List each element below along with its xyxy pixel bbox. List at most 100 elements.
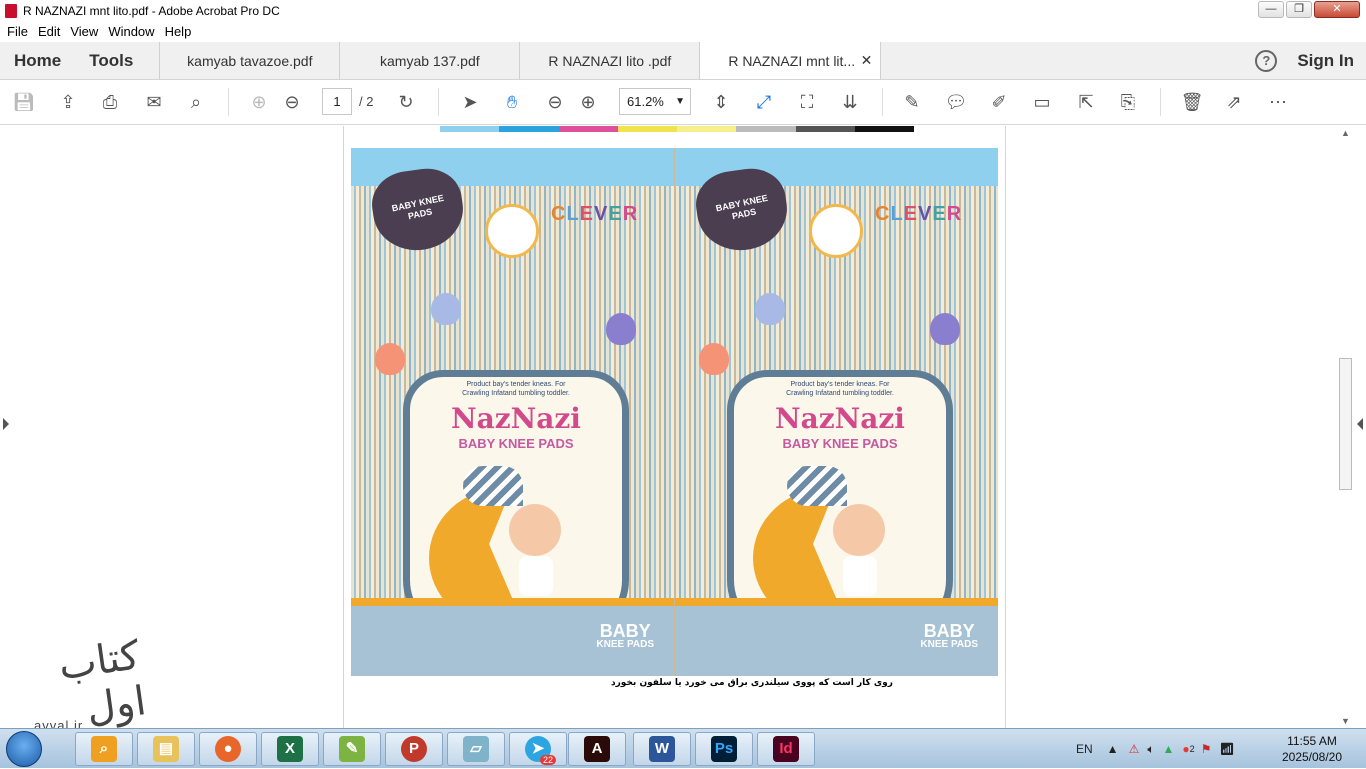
vertical-scrollbar[interactable]: ▲ ▼ xyxy=(1338,126,1354,728)
baby-badge-icon xyxy=(485,204,539,258)
bottom-label: BABY KNEE PADS xyxy=(596,621,654,650)
zoom-level-dropdown[interactable]: 61.2% ▼ xyxy=(619,88,691,115)
email-icon[interactable]: ✉ xyxy=(142,90,166,114)
tab-naznazi-lito[interactable]: R NAZNAZI lito .pdf xyxy=(519,42,699,79)
help-icon[interactable]: ? xyxy=(1255,49,1278,72)
close-tab-icon[interactable]: ✕ xyxy=(861,52,873,69)
comment-icon[interactable]: 💬︎ xyxy=(944,90,968,114)
print-note-caption: روی کار است که پووی سیلندری براق می خورد… xyxy=(611,678,893,688)
balloon-icon xyxy=(755,293,785,325)
tray-app-icon[interactable]: ● xyxy=(1182,742,1189,756)
sign-in-button[interactable]: Sign In xyxy=(1297,51,1354,71)
highlight-icon[interactable]: ✐ xyxy=(987,90,1011,114)
scrollbar-thumb[interactable] xyxy=(1339,358,1352,490)
hand-tool-icon[interactable]: ✋︎ xyxy=(500,90,524,114)
taskbar-explorer[interactable]: ▤ xyxy=(137,732,195,766)
zoom-in-icon[interactable]: ⊕ xyxy=(576,90,600,114)
search-app-icon: ⌕ xyxy=(91,736,117,762)
start-button[interactable] xyxy=(6,731,42,767)
tab-kamyab-137[interactable]: kamyab 137.pdf xyxy=(339,42,519,79)
notes-icon: ▱ xyxy=(463,736,489,762)
taskbar-photoshop[interactable]: Ps xyxy=(695,732,753,766)
sleeping-hat-illustration xyxy=(787,466,847,506)
menu-file[interactable]: File xyxy=(7,24,28,39)
acrobat-app-icon xyxy=(5,3,17,18)
tray-badge: 2 xyxy=(1189,744,1195,754)
baby-body-illustration xyxy=(843,556,877,596)
taskbar-pdf-app[interactable]: P xyxy=(385,732,443,766)
artwork-panel-left: BABY KNEE PADS CLEVER Product bay's tend… xyxy=(351,148,674,676)
tagline: Product bay's tender kneas. For Crawling… xyxy=(462,381,570,397)
p-app-icon: P xyxy=(401,736,427,762)
taskbar-notes[interactable]: ▱ xyxy=(447,732,505,766)
upload-cloud-icon[interactable]: ⇪ xyxy=(56,90,80,114)
rotate-icon[interactable]: ↻ xyxy=(394,90,418,114)
system-clock[interactable]: 11:55 AM 2025/08/20 xyxy=(1276,733,1348,765)
taskbar-word[interactable]: W xyxy=(633,732,691,766)
scroll-up-icon[interactable]: ▲ xyxy=(1341,128,1350,138)
scroll-mode-icon[interactable]: ⇊ xyxy=(838,90,862,114)
show-hidden-icons-icon[interactable]: ▲ xyxy=(1107,742,1119,756)
scroll-down-icon[interactable]: ▼ xyxy=(1341,716,1350,726)
minimize-button[interactable]: — xyxy=(1258,1,1284,18)
sleeping-hat-illustration xyxy=(463,466,523,506)
select-cursor-icon[interactable]: ➤ xyxy=(458,90,482,114)
taskbar-indesign[interactable]: Id xyxy=(757,732,815,766)
tab-naznazi-mnt-lito[interactable]: R NAZNAZI mnt lit... ✕ xyxy=(699,42,882,79)
menu-bar: File Edit View Window Help xyxy=(0,21,1366,42)
tab-label: R NAZNAZI mnt lit... xyxy=(728,52,856,69)
taskbar-notepad[interactable]: ✎ xyxy=(323,732,381,766)
taskbar-firefox[interactable]: ● xyxy=(199,732,257,766)
print-icon[interactable]: ⎙ xyxy=(98,90,122,114)
menu-help[interactable]: Help xyxy=(165,24,192,39)
search-icon[interactable]: ⌕ xyxy=(184,90,208,114)
more-options-icon[interactable]: ⋯ xyxy=(1266,90,1290,114)
export-pdf-icon[interactable]: ⇱ xyxy=(1074,90,1098,114)
taskbar-search-app[interactable]: ⌕ xyxy=(75,732,133,766)
zoom-value: 61.2% xyxy=(627,94,664,109)
photoshop-icon: Ps xyxy=(711,736,737,762)
previous-page-icon[interactable]: ⊕ xyxy=(247,90,271,114)
tab-kamyab-tavazoe[interactable]: kamyab tavazoe.pdf xyxy=(159,42,339,79)
menu-window[interactable]: Window xyxy=(108,24,154,39)
taskbar-telegram[interactable]: ➤ 22 xyxy=(509,732,567,766)
share-icon[interactable]: ⇗ xyxy=(1222,90,1246,114)
taskbar-excel[interactable]: X xyxy=(261,732,319,766)
baby-face-illustration xyxy=(833,504,885,556)
left-pane-toggle-icon[interactable] xyxy=(3,418,9,430)
language-indicator[interactable]: EN xyxy=(1076,742,1093,756)
delete-icon[interactable]: 🗑︎ xyxy=(1180,90,1204,114)
balloon-icon xyxy=(930,313,960,345)
full-screen-icon[interactable]: ⛶ xyxy=(795,90,819,114)
taskbar-acrobat[interactable]: A xyxy=(568,732,626,766)
right-pane-toggle-icon[interactable] xyxy=(1357,418,1363,430)
next-page-icon[interactable]: ⊖ xyxy=(280,90,304,114)
flag-icon[interactable]: ⚑ xyxy=(1201,742,1212,756)
watermark-logo: کتاب اول avval.ir xyxy=(28,632,149,733)
fit-width-icon[interactable]: ⤢ xyxy=(752,90,776,114)
balloon-icon xyxy=(431,293,461,325)
create-pdf-icon[interactable]: ⎘ xyxy=(1116,90,1140,114)
clever-logo: CLEVER xyxy=(875,203,963,225)
page-total-label: / 2 xyxy=(359,94,374,109)
baby-body-illustration xyxy=(519,556,553,596)
measure-icon[interactable]: ▭ xyxy=(1030,90,1054,114)
balloon-icon xyxy=(606,313,636,345)
tools-tab[interactable]: Tools xyxy=(75,42,159,79)
pencil-icon[interactable]: ✎ xyxy=(900,90,924,114)
print-color-bar xyxy=(440,126,914,132)
drive-icon[interactable]: ▲ xyxy=(1163,742,1175,756)
page-number-input[interactable]: 1 xyxy=(322,88,352,115)
warning-icon[interactable]: ⚠ xyxy=(1129,742,1140,756)
restore-button[interactable]: ❐ xyxy=(1286,1,1312,18)
network-signal-icon[interactable]: 📶︎ xyxy=(1219,742,1234,756)
volume-icon[interactable]: 🔈︎ xyxy=(1147,742,1154,757)
menu-edit[interactable]: Edit xyxy=(38,24,60,39)
zoom-out-icon[interactable]: ⊖ xyxy=(543,90,567,114)
menu-view[interactable]: View xyxy=(70,24,98,39)
close-window-button[interactable]: ✕ xyxy=(1314,1,1360,18)
page-fit-icon[interactable]: ⇕ xyxy=(709,90,733,114)
home-tab[interactable]: Home xyxy=(0,42,75,79)
save-icon[interactable]: 💾︎ xyxy=(12,90,36,114)
balloon-icon xyxy=(375,343,405,375)
